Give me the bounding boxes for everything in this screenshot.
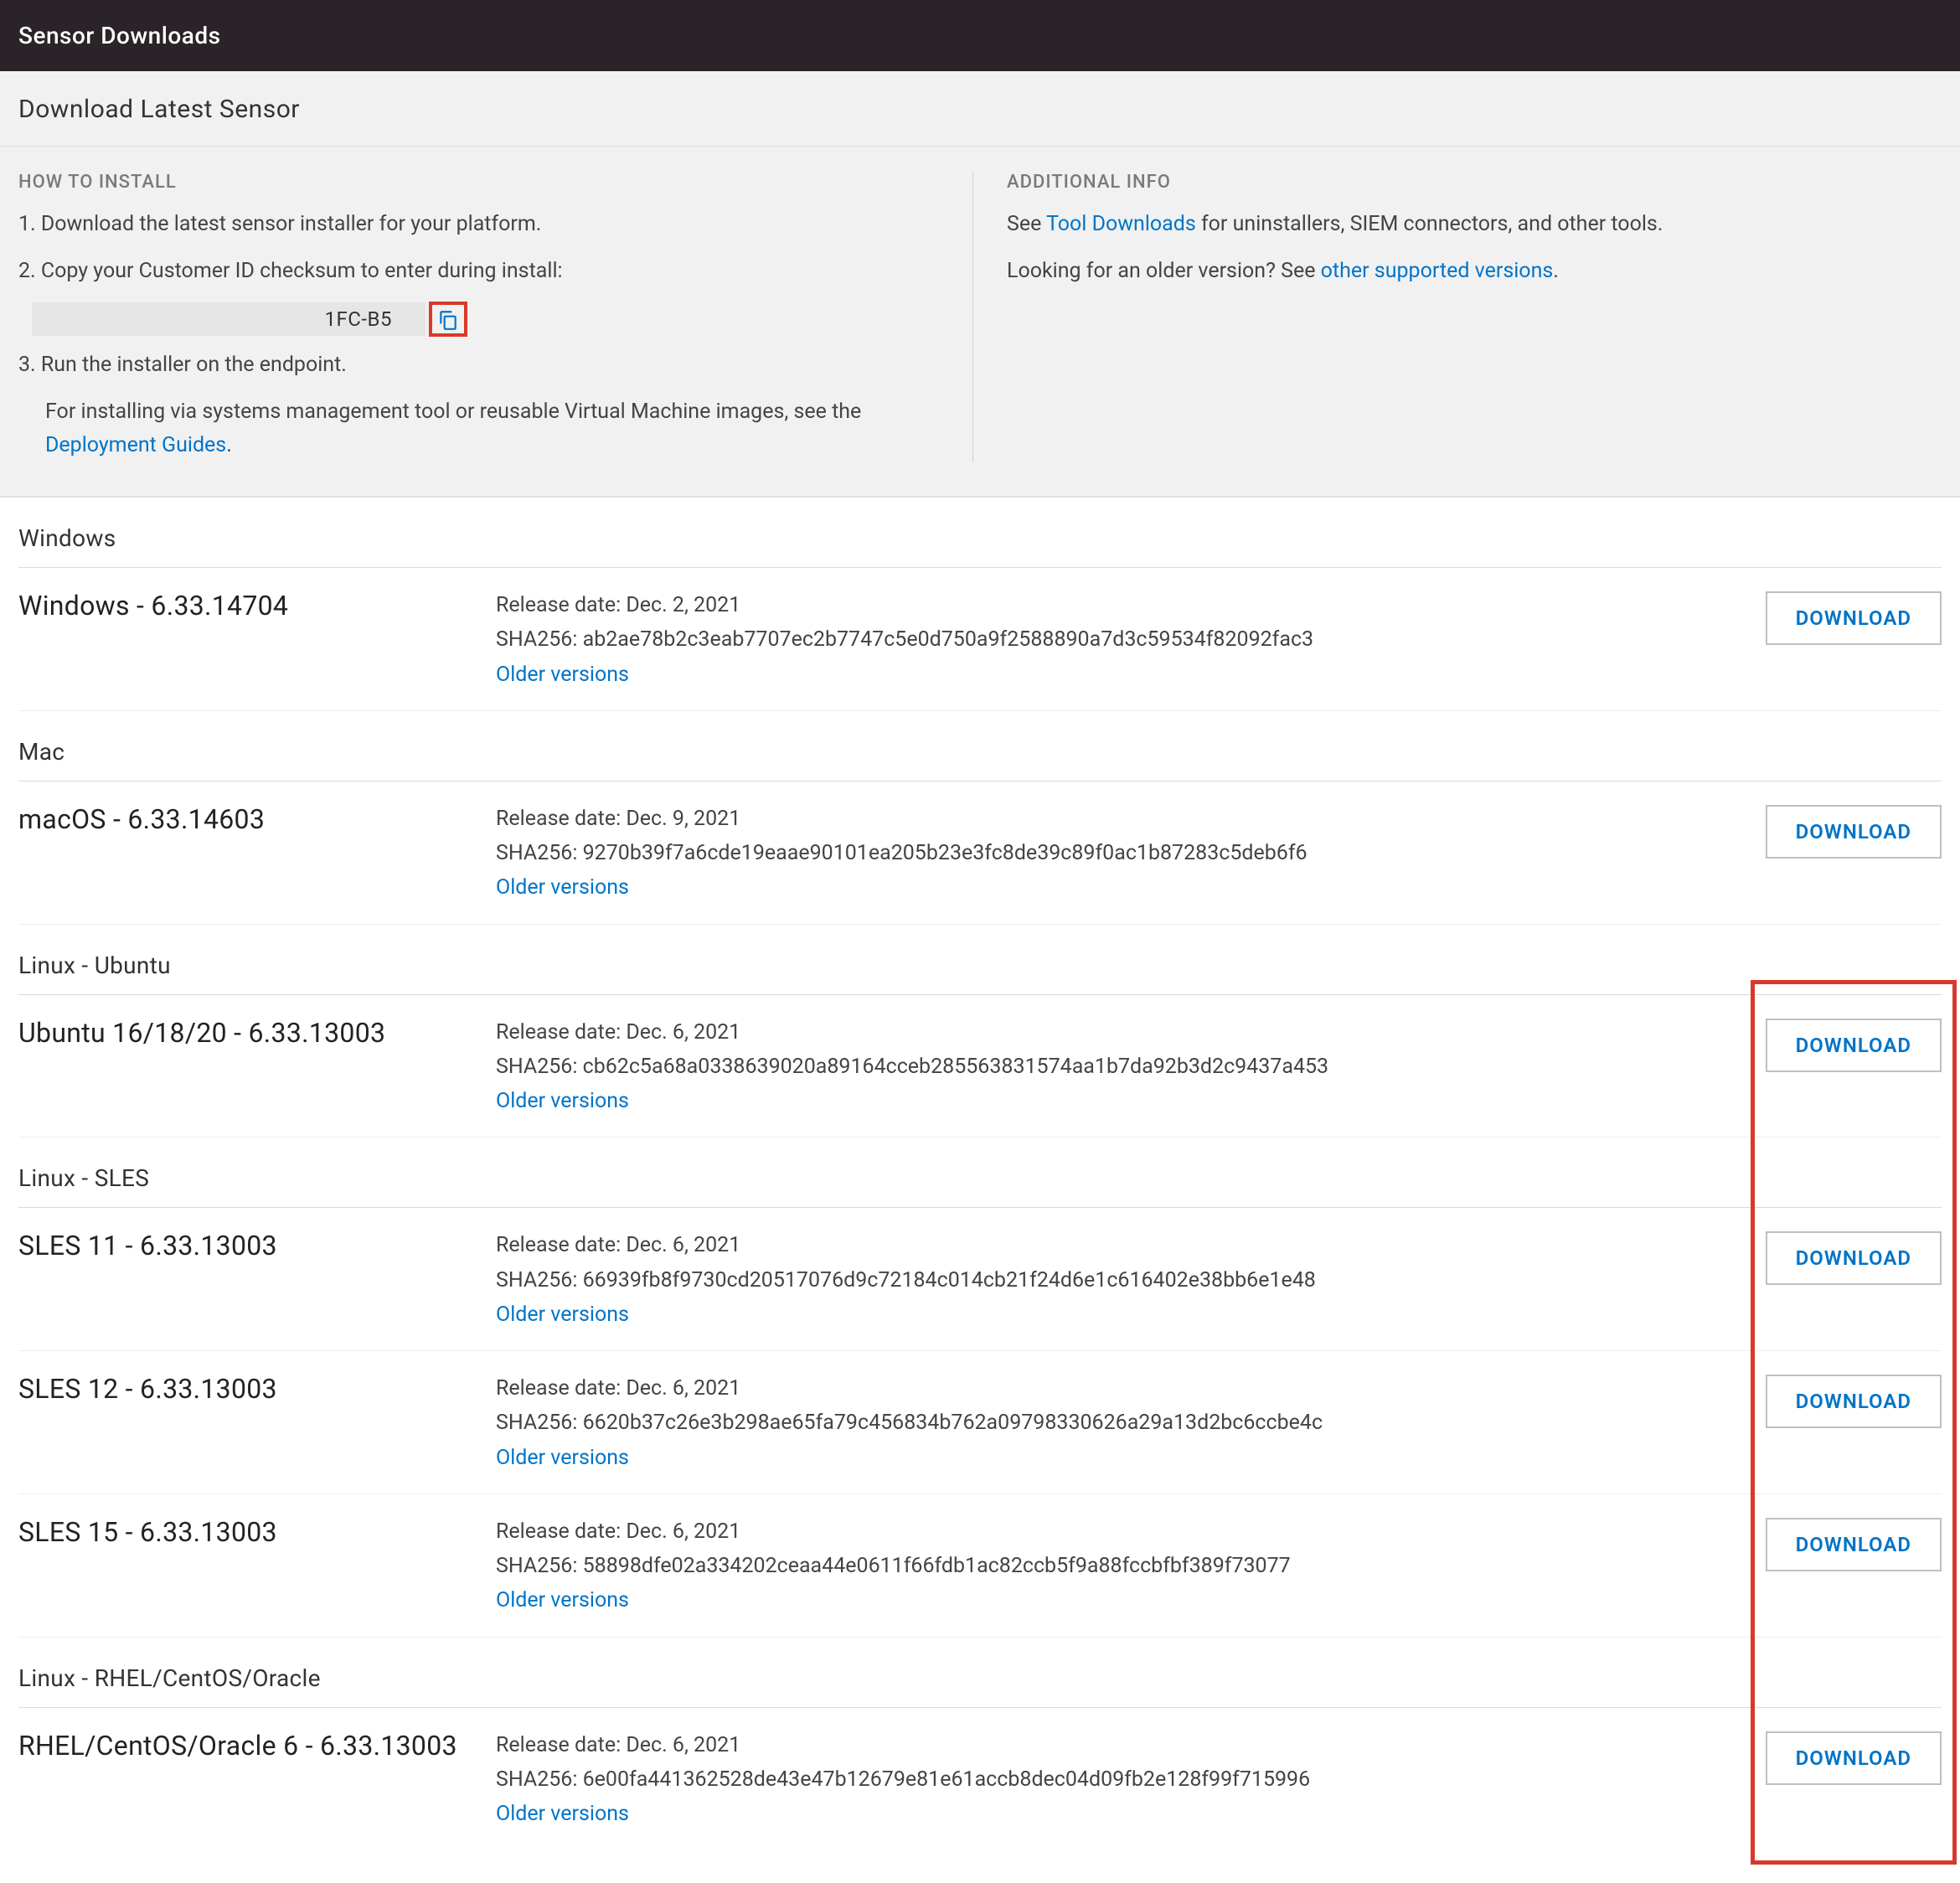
version-title: Windows - 6.33.14704	[18, 588, 496, 622]
download-col: DOWNLOAD	[1724, 1728, 1942, 1785]
version-row: macOS - 6.33.14603Release date: Dec. 9, …	[18, 782, 1942, 925]
version-row: SLES 15 - 6.33.13003Release date: Dec. 6…	[18, 1494, 1942, 1638]
install-step-2: 2. Copy your Customer ID checksum to ent…	[18, 255, 939, 288]
version-row: RHEL/CentOS/Oracle 6 - 6.33.13003Release…	[18, 1708, 1942, 1850]
version-meta: Release date: Dec. 2, 2021SHA256: ab2ae7…	[496, 588, 1724, 692]
version-meta: Release date: Dec. 6, 2021SHA256: 6e00fa…	[496, 1728, 1724, 1832]
download-col: DOWNLOAD	[1724, 1015, 1942, 1072]
other-versions-link[interactable]: other supported versions	[1321, 259, 1554, 283]
download-button[interactable]: DOWNLOAD	[1766, 591, 1942, 645]
version-title: SLES 11 - 6.33.13003	[18, 1228, 496, 1261]
tool-downloads-link[interactable]: Tool Downloads	[1046, 212, 1196, 236]
download-button[interactable]: DOWNLOAD	[1766, 1019, 1942, 1072]
older-versions-link[interactable]: Older versions	[496, 658, 1724, 692]
install-step-1: 1. Download the latest sensor installer …	[18, 208, 939, 241]
version-meta: Release date: Dec. 6, 2021SHA256: cb62c5…	[496, 1015, 1724, 1119]
older-versions-link[interactable]: Older versions	[496, 1583, 1724, 1617]
addl-line1-pre: See	[1007, 212, 1046, 236]
download-col: DOWNLOAD	[1724, 1371, 1942, 1428]
sha256: SHA256: ab2ae78b2c3eab7707ec2b7747c5e0d7…	[496, 622, 1724, 657]
version-row: SLES 11 - 6.33.13003Release date: Dec. 6…	[18, 1208, 1942, 1351]
sha256: SHA256: 9270b39f7a6cde19eaae90101ea205b2…	[496, 836, 1724, 870]
version-row: Windows - 6.33.14704Release date: Dec. 2…	[18, 568, 1942, 711]
addl-line-1: See Tool Downloads for uninstallers, SIE…	[1007, 208, 1942, 241]
addl-line-2: Looking for an older version? See other …	[1007, 255, 1942, 288]
download-button[interactable]: DOWNLOAD	[1766, 1375, 1942, 1428]
addl-kicker: ADDITIONAL INFO	[1007, 172, 1942, 193]
additional-info: ADDITIONAL INFO See Tool Downloads for u…	[973, 172, 1942, 462]
platform-heading: Linux - Ubuntu	[18, 925, 1942, 995]
version-title: SLES 12 - 6.33.13003	[18, 1371, 496, 1405]
download-col: DOWNLOAD	[1724, 1228, 1942, 1285]
platform-heading: Windows	[18, 498, 1942, 568]
version-title: RHEL/CentOS/Oracle 6 - 6.33.13003	[18, 1728, 496, 1762]
older-versions-link[interactable]: Older versions	[496, 1797, 1724, 1831]
addl-line2-post: .	[1553, 259, 1559, 283]
older-versions-link[interactable]: Older versions	[496, 1441, 1724, 1475]
release-date: Release date: Dec. 6, 2021	[496, 1514, 1724, 1549]
platform-heading: Mac	[18, 711, 1942, 782]
version-title: macOS - 6.33.14603	[18, 802, 496, 835]
release-date: Release date: Dec. 6, 2021	[496, 1371, 1724, 1406]
subheader-title: Download Latest Sensor	[18, 95, 300, 124]
release-date: Release date: Dec. 6, 2021	[496, 1728, 1724, 1762]
release-date: Release date: Dec. 6, 2021	[496, 1228, 1724, 1262]
version-title: Ubuntu 16/18/20 - 6.33.13003	[18, 1015, 496, 1049]
downloads-content: WindowsWindows - 6.33.14704Release date:…	[0, 498, 1960, 1883]
version-meta: Release date: Dec. 9, 2021SHA256: 9270b3…	[496, 802, 1724, 905]
platform-heading: Linux - SLES	[18, 1138, 1942, 1208]
version-row: SLES 12 - 6.33.13003Release date: Dec. 6…	[18, 1351, 1942, 1494]
version-row: Ubuntu 16/18/20 - 6.33.13003Release date…	[18, 995, 1942, 1138]
download-button[interactable]: DOWNLOAD	[1766, 1231, 1942, 1285]
install-step-3: 3. Run the installer on the endpoint.	[18, 348, 939, 382]
sha256: SHA256: 66939fb8f9730cd20517076d9c72184c…	[496, 1263, 1724, 1297]
install-instructions: HOW TO INSTALL 1. Download the latest se…	[18, 172, 973, 462]
subheader: Download Latest Sensor	[0, 71, 1960, 147]
older-versions-link[interactable]: Older versions	[496, 870, 1724, 905]
release-date: Release date: Dec. 2, 2021	[496, 588, 1724, 622]
version-meta: Release date: Dec. 6, 2021SHA256: 66939f…	[496, 1228, 1724, 1332]
download-button[interactable]: DOWNLOAD	[1766, 805, 1942, 859]
install-step-3a: For installing via systems management to…	[45, 395, 939, 462]
version-meta: Release date: Dec. 6, 2021SHA256: 58898d…	[496, 1514, 1724, 1618]
customer-id-value: 1FC-B5	[32, 302, 426, 336]
platform-heading: Linux - RHEL/CentOS/Oracle	[18, 1638, 1942, 1708]
download-col: DOWNLOAD	[1724, 802, 1942, 859]
download-col: DOWNLOAD	[1724, 1514, 1942, 1571]
sha256: SHA256: 6e00fa441362528de43e47b12679e81e…	[496, 1762, 1724, 1797]
customer-id-row: 1FC-B5	[32, 302, 939, 337]
release-date: Release date: Dec. 9, 2021	[496, 802, 1724, 836]
sha256: SHA256: 6620b37c26e3b298ae65fa79c456834b…	[496, 1406, 1724, 1440]
info-panel: HOW TO INSTALL 1. Download the latest se…	[0, 147, 1960, 498]
older-versions-link[interactable]: Older versions	[496, 1084, 1724, 1118]
topbar: Sensor Downloads	[0, 0, 1960, 71]
install-step-3a-pre: For installing via systems management to…	[45, 400, 861, 424]
sha256: SHA256: cb62c5a68a0338639020a89164cceb28…	[496, 1050, 1724, 1084]
deployment-guides-link[interactable]: Deployment Guides	[45, 433, 226, 457]
install-step-3a-post: .	[226, 433, 232, 457]
version-meta: Release date: Dec. 6, 2021SHA256: 6620b3…	[496, 1371, 1724, 1475]
download-button[interactable]: DOWNLOAD	[1766, 1518, 1942, 1571]
version-title: SLES 15 - 6.33.13003	[18, 1514, 496, 1548]
sha256: SHA256: 58898dfe02a334202ceaa44e0611f66f…	[496, 1549, 1724, 1583]
download-button[interactable]: DOWNLOAD	[1766, 1731, 1942, 1785]
addl-line2-pre: Looking for an older version? See	[1007, 259, 1321, 283]
copy-icon[interactable]	[437, 308, 459, 332]
install-kicker: HOW TO INSTALL	[18, 172, 939, 193]
older-versions-link[interactable]: Older versions	[496, 1297, 1724, 1332]
copy-highlight	[429, 302, 467, 337]
addl-line1-post: for uninstallers, SIEM connectors, and o…	[1196, 212, 1663, 236]
page-title: Sensor Downloads	[18, 22, 221, 49]
release-date: Release date: Dec. 6, 2021	[496, 1015, 1724, 1050]
download-col: DOWNLOAD	[1724, 588, 1942, 645]
